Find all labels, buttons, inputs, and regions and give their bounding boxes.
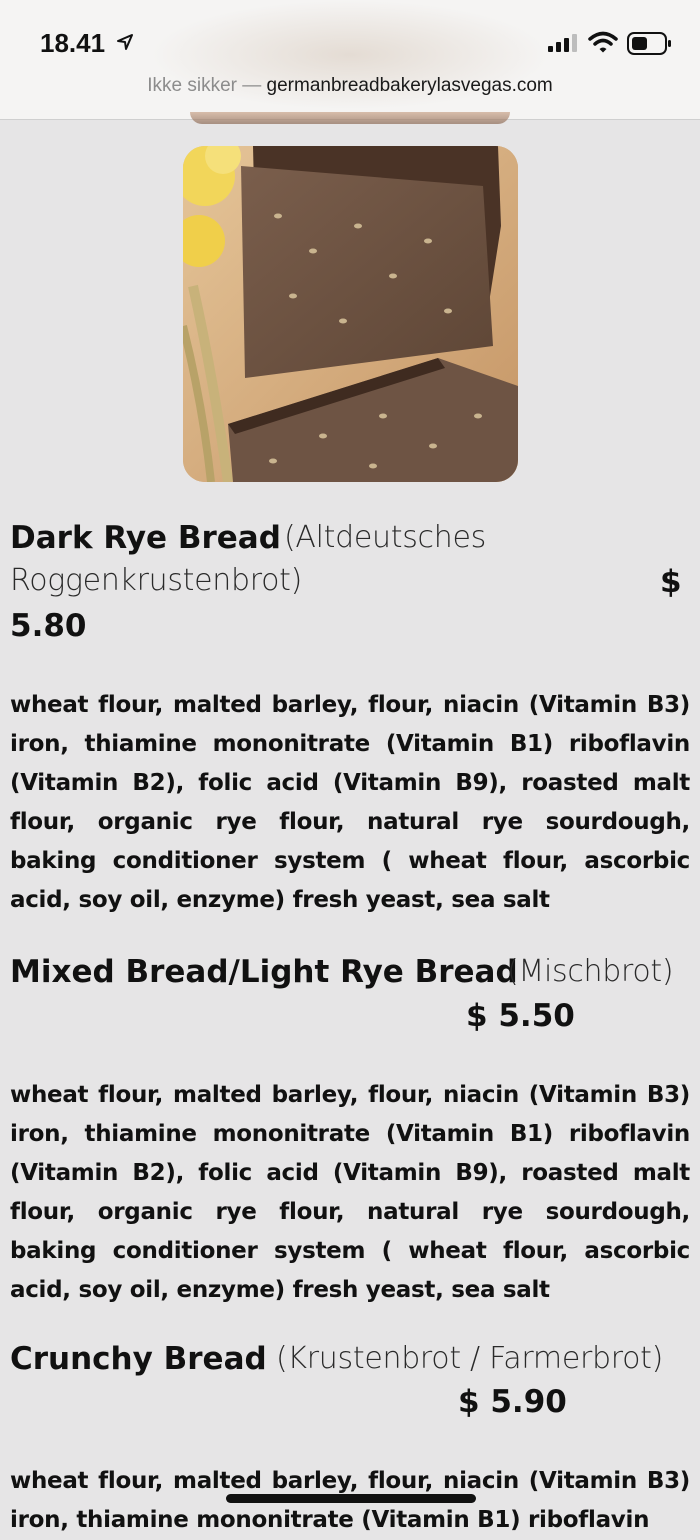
- product-german-name-dark-rye-line1: (Altdeutsches: [284, 520, 486, 555]
- product-price-crunchy-bread: $ 5.90: [458, 1384, 567, 1420]
- product-german-name-mixed-bread: (Mischbrot): [507, 954, 674, 989]
- url-separator: —: [236, 75, 267, 96]
- dark-rye-bread-image: [183, 146, 518, 482]
- wifi-icon: [588, 30, 618, 58]
- product-german-name-dark-rye-line2: Roggenkrustenbrot): [10, 563, 303, 598]
- product-title-dark-rye: Dark Rye Bread: [10, 520, 281, 556]
- battery-icon: [627, 32, 673, 60]
- url-domain: germanbreadbakerylasvegas.com: [266, 75, 553, 96]
- product-german-name-crunchy-bread: (Krustenbrot / Farmerbrot): [276, 1341, 664, 1376]
- home-indicator-bar[interactable]: [226, 1494, 476, 1503]
- browser-top-bar: 18.41 Ikke sikker — germanbreadbakerylas…: [0, 0, 700, 120]
- cellular-signal-icon: [548, 34, 578, 56]
- product-ingredients-mixed-bread: wheat flour, malted barley, flour, niaci…: [10, 1082, 690, 1303]
- product-ingredients-dark-rye: wheat flour, malted barley, flour, niaci…: [10, 692, 690, 913]
- status-time: 18.41: [40, 28, 106, 58]
- product-price-mixed-bread: $ 5.50: [466, 998, 575, 1034]
- address-bar[interactable]: Ikke sikker — germanbreadbakerylasvegas.…: [0, 75, 700, 97]
- product-title-mixed-bread: Mixed Bread/Light Rye Bread: [10, 954, 518, 990]
- product-price-symbol-dark-rye: $: [660, 564, 682, 600]
- security-label: Ikke sikker: [147, 75, 237, 96]
- product-title-crunchy-bread: Crunchy Bread: [10, 1341, 267, 1377]
- location-arrow-icon: [116, 33, 134, 55]
- product-price-dark-rye: 5.80: [10, 608, 87, 644]
- previous-product-image: [190, 112, 510, 124]
